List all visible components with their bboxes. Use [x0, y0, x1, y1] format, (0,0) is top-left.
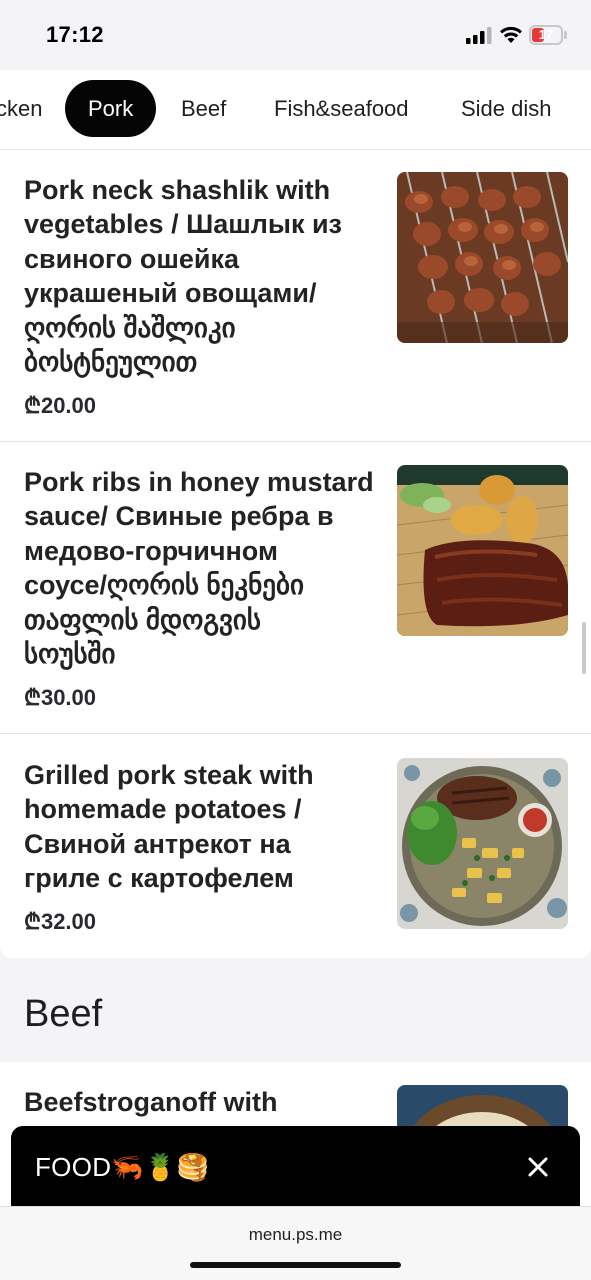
tab-beef[interactable]: Beef [181, 80, 226, 137]
wifi-icon [500, 26, 522, 43]
browser-url-bar[interactable]: menu.ps.me [0, 1206, 591, 1280]
item-name: Pork neck shashlik with vegetables / Шаш… [24, 175, 342, 378]
pork-items-card: Pork neck shashlik with vegetables / Шаш… [0, 150, 591, 958]
tab-chicken[interactable]: cken [0, 80, 42, 137]
url-text[interactable]: menu.ps.me [0, 1225, 591, 1245]
tab-side-dish[interactable]: Side dish [461, 80, 552, 137]
home-indicator[interactable] [190, 1262, 401, 1268]
item-image-pork-steak[interactable] [397, 758, 568, 929]
menu-item[interactable]: Pork ribs in honey mustard sauce/ Свиные… [0, 442, 591, 734]
item-image-shashlik[interactable] [397, 172, 568, 343]
category-tabs: cken Pork Beef Fish&seafood Side dish [0, 70, 591, 150]
scroll-indicator[interactable] [582, 622, 586, 674]
item-image-ribs[interactable] [397, 465, 568, 636]
item-price: ₾32.00 [24, 909, 97, 934]
status-bar: 17:12 17 [0, 0, 591, 70]
close-icon[interactable] [526, 1155, 550, 1179]
item-name: Pork ribs in honey mustard sauce/ Свиные… [24, 467, 374, 670]
section-title-beef: Beef [24, 993, 103, 1035]
status-time: 17:12 [46, 22, 104, 47]
battery-icon: 17 [529, 25, 567, 45]
tab-pork[interactable]: Pork [65, 80, 157, 137]
item-price: ₾30.00 [24, 685, 97, 710]
menu-item[interactable]: Grilled pork steak with homemade potatoe… [0, 734, 591, 958]
item-name: Beefstroganoff with [24, 1087, 278, 1117]
menu-item[interactable]: Pork neck shashlik with vegetables / Шаш… [0, 150, 591, 442]
item-price: ₾20.00 [24, 393, 97, 418]
battery-level: 17 [538, 27, 554, 42]
tab-fish-seafood[interactable]: Fish&seafood [274, 80, 409, 137]
food-banner[interactable]: FOOD🦐🍍🥞 [11, 1126, 580, 1212]
item-name: Grilled pork steak with homemade potatoe… [24, 760, 314, 894]
cellular-signal-icon [466, 27, 492, 44]
banner-text: FOOD🦐🍍🥞 [35, 1152, 210, 1182]
